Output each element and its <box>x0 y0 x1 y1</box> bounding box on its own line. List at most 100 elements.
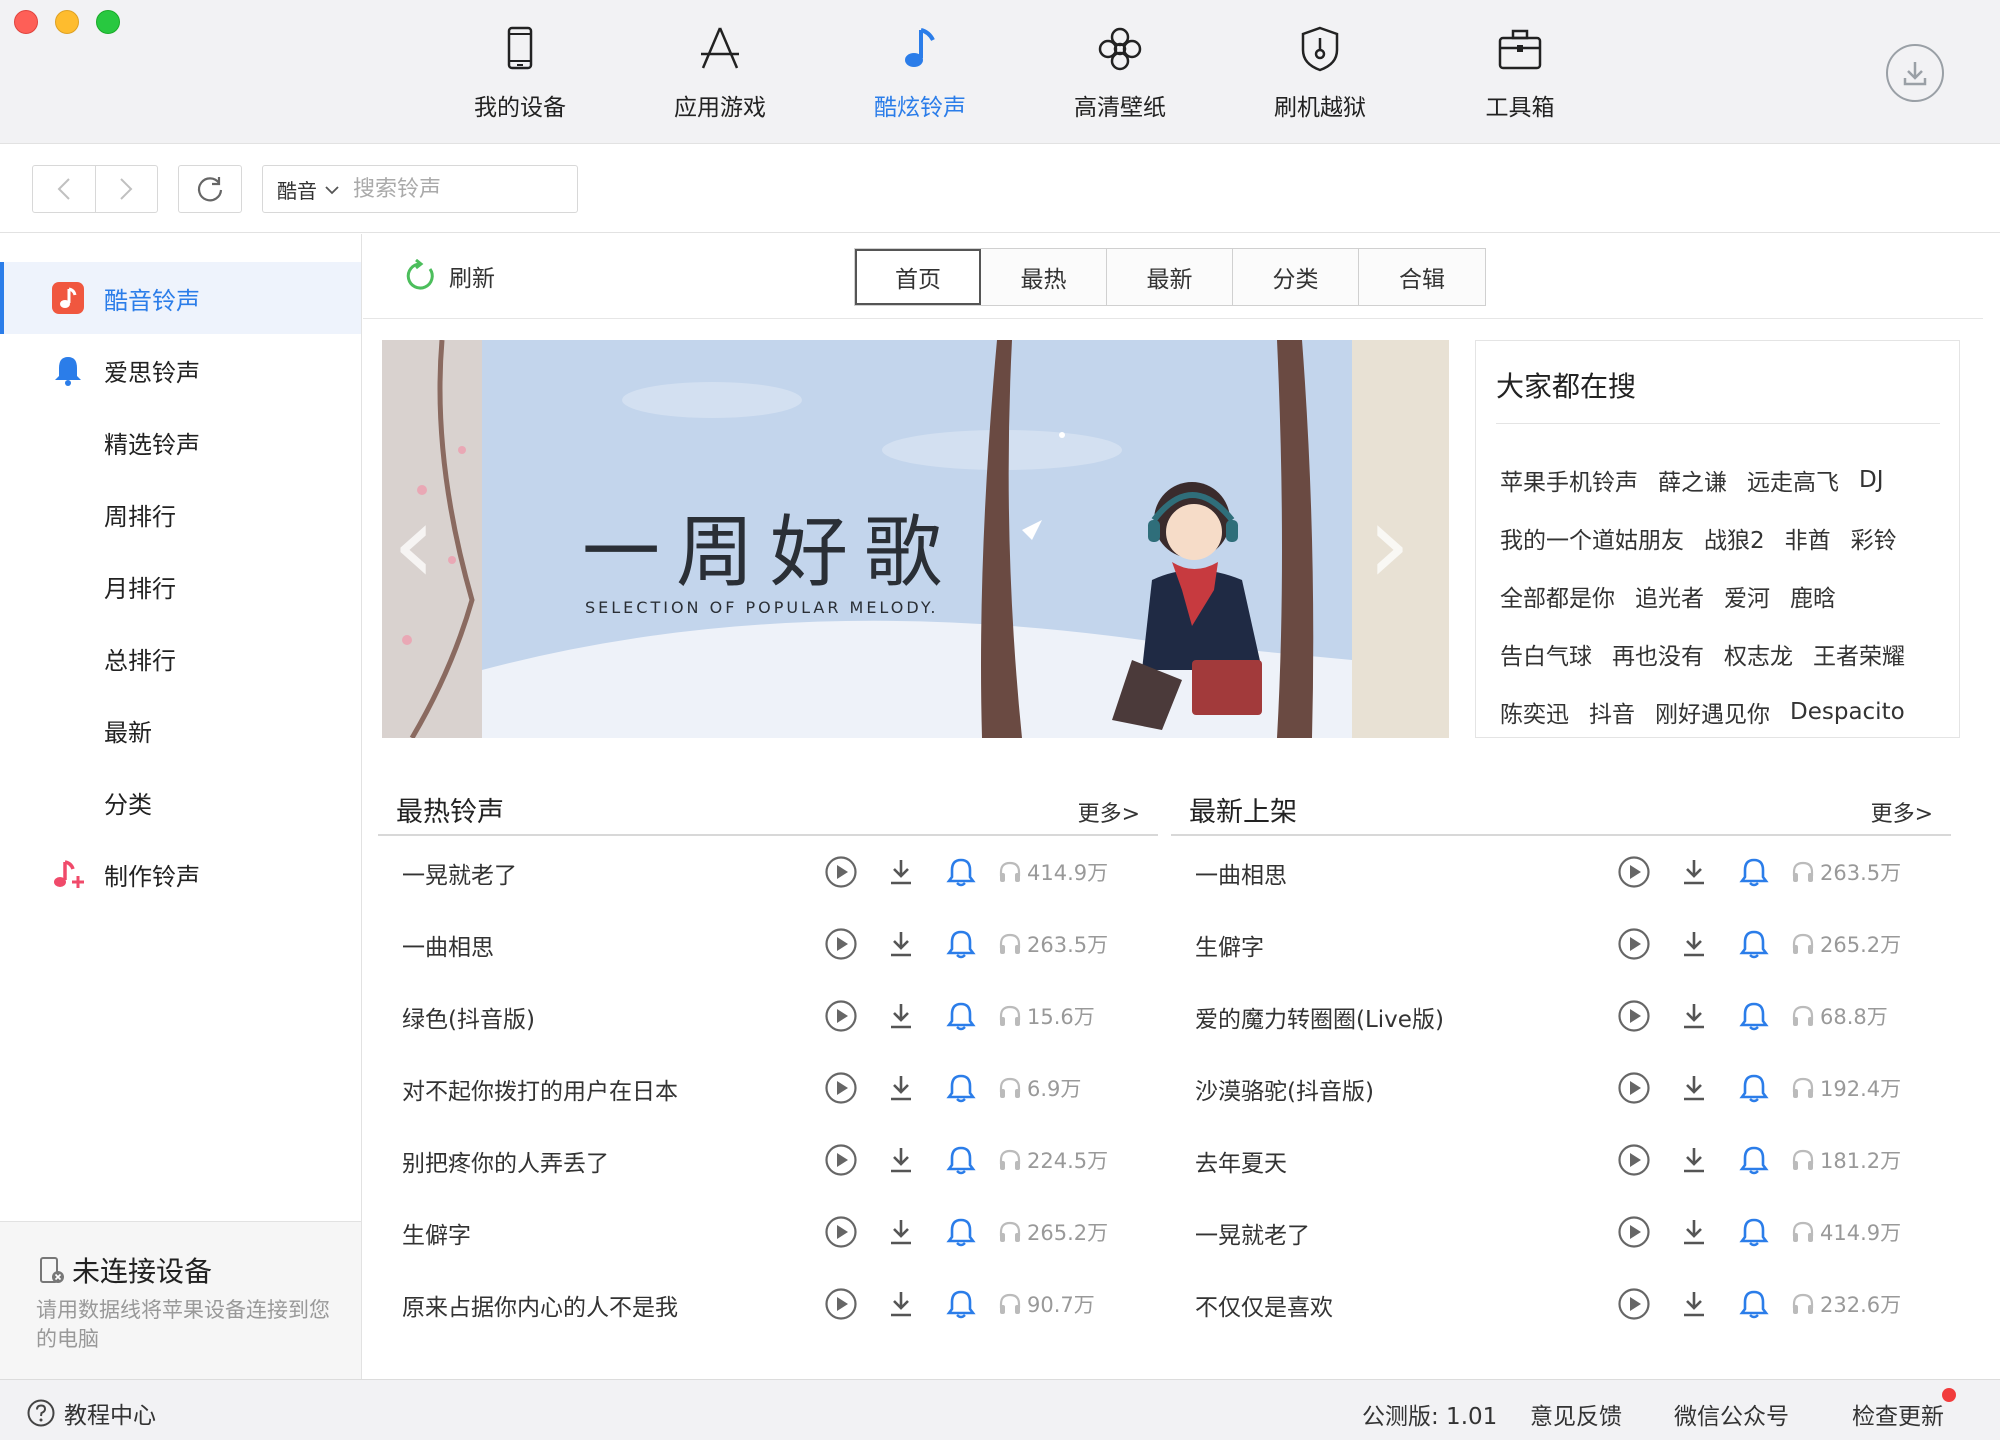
play-icon[interactable] <box>823 854 859 890</box>
set-ringtone-bell-icon[interactable] <box>1736 854 1772 890</box>
play-icon[interactable] <box>1616 1286 1652 1322</box>
download-circle-icon[interactable] <box>1886 44 1944 102</box>
hot-search-keyword[interactable]: 再也没有 <box>1612 637 1704 671</box>
set-ringtone-bell-icon[interactable] <box>1736 998 1772 1034</box>
list-item[interactable]: 一曲相思 263.5万 <box>1171 836 1951 908</box>
list-item[interactable]: 生僻字 265.2万 <box>1171 908 1951 980</box>
hot-search-keyword[interactable]: 爱河 <box>1724 579 1770 613</box>
nav-tab-toolbox[interactable]: 工具箱 <box>1420 22 1620 122</box>
tab-collections[interactable]: 合辑 <box>1359 249 1485 305</box>
ringtone-name[interactable]: 一晃就老了 <box>1195 1216 1310 1250</box>
sidebar-item-make-ringtone[interactable]: 制作铃声 <box>0 838 361 910</box>
hot-search-keyword[interactable]: 追光者 <box>1635 579 1704 613</box>
download-icon[interactable] <box>1676 1214 1712 1250</box>
set-ringtone-bell-icon[interactable] <box>1736 926 1772 962</box>
download-icon[interactable] <box>1676 1286 1712 1322</box>
set-ringtone-bell-icon[interactable] <box>943 1142 979 1178</box>
more-link[interactable]: 更多> <box>1078 796 1140 828</box>
nav-tab-wallpapers[interactable]: 高清壁纸 <box>1020 22 1220 122</box>
list-item[interactable]: 对不起你拨打的用户在日本 6.9万 <box>378 1052 1158 1124</box>
search-source-select[interactable]: 酷音 <box>263 175 353 204</box>
nav-tab-my-device[interactable]: 我的设备 <box>420 22 620 122</box>
hot-search-keyword[interactable]: 远走高飞 <box>1747 463 1839 497</box>
download-icon[interactable] <box>883 854 919 890</box>
set-ringtone-bell-icon[interactable] <box>1736 1286 1772 1322</box>
download-icon[interactable] <box>883 998 919 1034</box>
list-item[interactable]: 生僻字 265.2万 <box>378 1196 1158 1268</box>
play-icon[interactable] <box>823 1286 859 1322</box>
ringtone-name[interactable]: 原来占据你内心的人不是我 <box>402 1288 678 1322</box>
list-item[interactable]: 原来占据你内心的人不是我 90.7万 <box>378 1268 1158 1340</box>
set-ringtone-bell-icon[interactable] <box>943 926 979 962</box>
set-ringtone-bell-icon[interactable] <box>943 1070 979 1106</box>
set-ringtone-bell-icon[interactable] <box>943 854 979 890</box>
download-icon[interactable] <box>883 926 919 962</box>
hot-search-keyword[interactable]: 非酋 <box>1785 521 1831 555</box>
sidebar-item-newest[interactable]: 最新 <box>0 694 361 766</box>
close-window-button[interactable] <box>14 10 38 34</box>
list-item[interactable]: 爱的魔力转圈圈(Live版) 68.8万 <box>1171 980 1951 1052</box>
hot-search-keyword[interactable]: Despacito <box>1790 699 1905 725</box>
list-item[interactable]: 一曲相思 263.5万 <box>378 908 1158 980</box>
set-ringtone-bell-icon[interactable] <box>1736 1142 1772 1178</box>
ringtone-name[interactable]: 一晃就老了 <box>402 856 517 890</box>
hot-search-keyword[interactable]: 我的一个道姑朋友 <box>1500 521 1684 555</box>
back-button[interactable] <box>33 166 96 212</box>
ringtone-name[interactable]: 沙漠骆驼(抖音版) <box>1195 1072 1374 1106</box>
hot-search-keyword[interactable]: 抖音 <box>1589 695 1635 729</box>
play-icon[interactable] <box>1616 1142 1652 1178</box>
set-ringtone-bell-icon[interactable] <box>1736 1070 1772 1106</box>
sidebar-item-i4-ringtones[interactable]: 爱思铃声 <box>0 334 361 406</box>
list-item[interactable]: 别把疼你的人弄丢了 224.5万 <box>378 1124 1158 1196</box>
set-ringtone-bell-icon[interactable] <box>1736 1214 1772 1250</box>
list-item[interactable]: 绿色(抖音版) 15.6万 <box>378 980 1158 1052</box>
play-icon[interactable] <box>823 1214 859 1250</box>
ringtone-name[interactable]: 一曲相思 <box>402 928 494 962</box>
wechat-link[interactable]: 微信公众号 <box>1674 1397 1789 1431</box>
play-icon[interactable] <box>1616 998 1652 1034</box>
tab-home[interactable]: 首页 <box>855 249 981 305</box>
play-icon[interactable] <box>1616 854 1652 890</box>
download-icon[interactable] <box>1676 998 1712 1034</box>
sidebar-item-featured[interactable]: 精选铃声 <box>0 406 361 478</box>
list-item[interactable]: 一晃就老了 414.9万 <box>1171 1196 1951 1268</box>
reload-button[interactable] <box>178 165 242 213</box>
sidebar-item-weekly-rank[interactable]: 周排行 <box>0 478 361 550</box>
ringtone-name[interactable]: 绿色(抖音版) <box>402 1000 535 1034</box>
download-icon[interactable] <box>1676 926 1712 962</box>
hot-search-keyword[interactable]: 告白气球 <box>1500 637 1592 671</box>
hot-search-keyword[interactable]: DJ <box>1859 467 1884 493</box>
hot-search-keyword[interactable]: 鹿晗 <box>1790 579 1836 613</box>
tab-hottest[interactable]: 最热 <box>981 249 1107 305</box>
zoom-window-button[interactable] <box>96 10 120 34</box>
search-input[interactable] <box>353 176 553 202</box>
ringtone-name[interactable]: 去年夏天 <box>1195 1144 1287 1178</box>
play-icon[interactable] <box>1616 1214 1652 1250</box>
list-item[interactable]: 一晃就老了 414.9万 <box>378 836 1158 908</box>
play-icon[interactable] <box>823 998 859 1034</box>
sidebar-item-total-rank[interactable]: 总排行 <box>0 622 361 694</box>
hot-search-keyword[interactable]: 彩铃 <box>1851 521 1897 555</box>
nav-tab-ringtones[interactable]: 酷炫铃声 <box>820 22 1020 122</box>
hot-search-keyword[interactable]: 苹果手机铃声 <box>1500 463 1638 497</box>
forward-button[interactable] <box>96 166 158 212</box>
sidebar-item-monthly-rank[interactable]: 月排行 <box>0 550 361 622</box>
hot-search-keyword[interactable]: 薛之谦 <box>1658 463 1727 497</box>
tab-newest[interactable]: 最新 <box>1107 249 1233 305</box>
hot-search-keyword[interactable]: 权志龙 <box>1724 637 1793 671</box>
hot-search-keyword[interactable]: 全部都是你 <box>1500 579 1615 613</box>
list-item[interactable]: 沙漠骆驼(抖音版) 192.4万 <box>1171 1052 1951 1124</box>
play-icon[interactable] <box>1616 1070 1652 1106</box>
ringtone-name[interactable]: 一曲相思 <box>1195 856 1287 890</box>
download-icon[interactable] <box>1676 854 1712 890</box>
hot-search-keyword[interactable]: 战狼2 <box>1704 521 1765 555</box>
tutorial-center-link[interactable]: 教程中心 <box>26 1396 156 1430</box>
more-link[interactable]: 更多> <box>1871 796 1933 828</box>
play-icon[interactable] <box>1616 926 1652 962</box>
banner-next-arrow[interactable]: › <box>1367 480 1411 608</box>
ringtone-name[interactable]: 生僻字 <box>1195 928 1264 962</box>
download-icon[interactable] <box>1676 1070 1712 1106</box>
ringtone-name[interactable]: 生僻字 <box>402 1216 471 1250</box>
ringtone-name[interactable]: 爱的魔力转圈圈(Live版) <box>1195 1000 1444 1034</box>
set-ringtone-bell-icon[interactable] <box>943 1286 979 1322</box>
